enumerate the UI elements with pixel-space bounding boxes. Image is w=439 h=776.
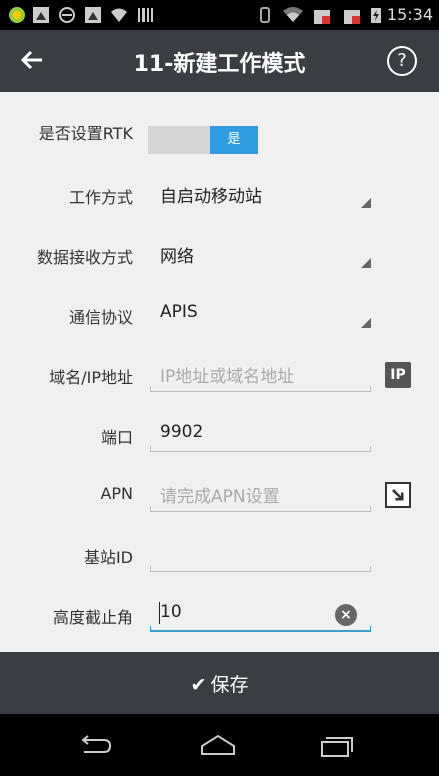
data-receive-row: 数据接收方式 网络 — [0, 226, 439, 286]
vibrate-icon — [260, 7, 270, 23]
domain-row: 域名/IP地址 IP地址或域名地址 IP — [0, 346, 439, 406]
data-receive-value: 网络 — [160, 247, 194, 267]
system-nav-bar — [0, 714, 439, 776]
dropdown-triangle-icon — [361, 258, 371, 268]
port-value: 9902 — [160, 422, 204, 442]
check-icon: ✔ — [190, 674, 207, 696]
elevation-label: 高度截止角 — [52, 608, 133, 627]
input-underline — [150, 386, 371, 392]
signal-sim2-icon — [344, 10, 360, 24]
domain-label: 域名/IP地址 — [49, 368, 133, 387]
notification-icon — [85, 7, 101, 23]
home-nav-icon[interactable] — [198, 730, 238, 760]
elevation-row: 高度截止角 10 × — [0, 586, 439, 646]
work-mode-label: 工作方式 — [68, 188, 133, 207]
barcode-icon — [138, 8, 153, 22]
protocol-spinner[interactable]: APIS — [150, 296, 371, 332]
work-mode-spinner[interactable]: 自启动移动站 — [150, 176, 371, 212]
input-underline-active — [150, 626, 371, 632]
input-underline — [150, 506, 371, 512]
work-mode-form: 是否设置RTK 是 工作方式 自启动移动站 数据接收方式 网络 通信协议 API… — [0, 92, 439, 652]
work-mode-row: 工作方式 自启动移动站 — [0, 166, 439, 226]
elevation-value: 10 — [160, 602, 182, 622]
page-title: 11-新建工作模式 — [133, 52, 306, 77]
wifi-icon — [111, 8, 127, 22]
dropdown-triangle-icon — [361, 318, 371, 328]
station-id-label: 基站ID — [83, 548, 133, 567]
apn-label: APN — [100, 484, 133, 503]
app-notification-icon — [9, 7, 25, 23]
notification-icon — [59, 7, 75, 23]
signal-sim1-icon — [314, 10, 330, 24]
rtk-toggle-on: 是 — [210, 126, 258, 154]
rtk-label: 是否设置RTK — [38, 124, 133, 143]
battery-icon — [371, 8, 381, 23]
status-time: 15:34 — [386, 5, 433, 24]
station-id-row: 基站ID — [0, 526, 439, 586]
data-receive-spinner[interactable]: 网络 — [150, 236, 371, 272]
help-icon[interactable]: ? — [387, 46, 417, 76]
input-underline — [150, 566, 371, 572]
port-row: 端口 9902 — [0, 406, 439, 466]
open-settings-icon[interactable] — [385, 482, 411, 508]
domain-placeholder: IP地址或域名地址 — [160, 367, 295, 387]
protocol-label: 通信协议 — [68, 308, 133, 327]
wifi-signal-icon — [283, 7, 303, 22]
clear-icon[interactable]: × — [335, 604, 357, 626]
elevation-input[interactable]: 10 × — [150, 596, 371, 632]
work-mode-value: 自启动移动站 — [160, 187, 262, 207]
station-id-input[interactable] — [150, 536, 371, 572]
port-label: 端口 — [100, 428, 133, 447]
status-bar: 15:34 — [0, 0, 439, 30]
domain-input[interactable]: IP地址或域名地址 — [150, 356, 371, 392]
app-bar: 11-新建工作模式 ? — [0, 30, 439, 92]
dropdown-triangle-icon — [361, 198, 371, 208]
data-receive-label: 数据接收方式 — [36, 248, 133, 267]
input-underline — [150, 446, 371, 452]
protocol-value: APIS — [160, 302, 198, 322]
ip-icon[interactable]: IP — [385, 362, 411, 388]
notification-icon — [33, 7, 49, 23]
rtk-row: 是否设置RTK 是 — [0, 102, 439, 162]
recent-apps-icon[interactable] — [316, 730, 356, 760]
save-button[interactable]: ✔ 保存 — [0, 652, 439, 714]
port-input[interactable]: 9902 — [150, 416, 371, 452]
save-label: 保存 — [210, 674, 249, 696]
apn-placeholder: 请完成APN设置 — [160, 487, 280, 507]
back-nav-icon[interactable] — [76, 730, 116, 760]
apn-row: APN 请完成APN设置 — [0, 466, 439, 526]
rtk-toggle[interactable]: 是 — [148, 126, 258, 154]
protocol-row: 通信协议 APIS — [0, 286, 439, 346]
apn-input[interactable]: 请完成APN设置 — [150, 476, 371, 512]
